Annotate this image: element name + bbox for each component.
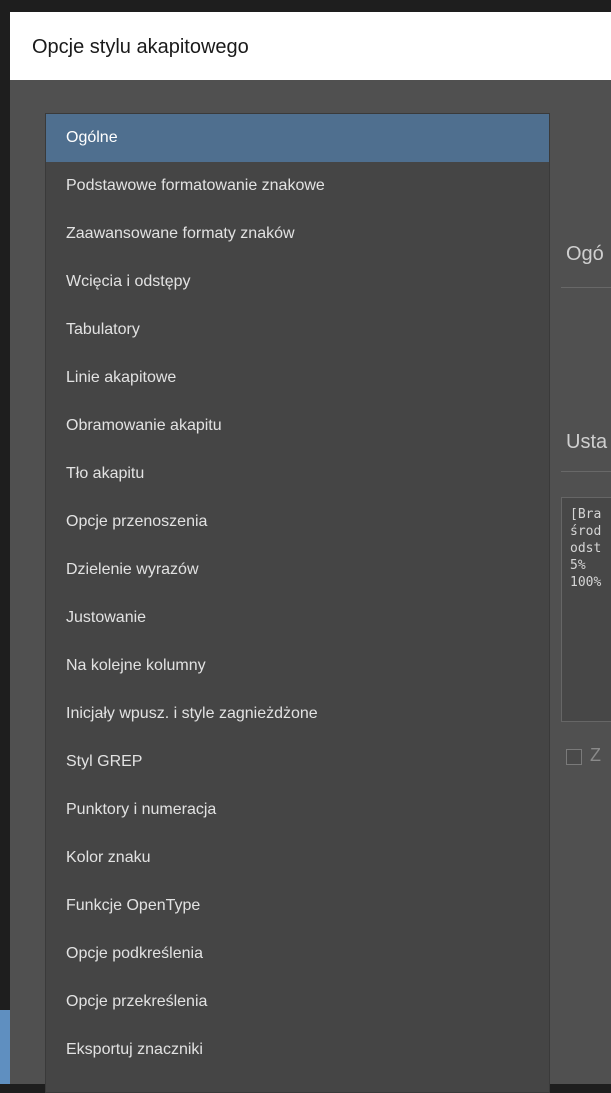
category-item[interactable]: Justowanie <box>46 594 549 642</box>
category-item[interactable]: Kolor znaku <box>46 834 549 882</box>
settings-line: 5% <box>570 558 586 573</box>
settings-line: środ <box>570 524 602 539</box>
category-list: Ogólne Podstawowe formatowanie znakowe Zaa… <box>45 113 550 1093</box>
category-item[interactable]: Podstawowe formatowanie znakowe <box>46 162 549 210</box>
category-item[interactable]: Wcięcia i odstępy <box>46 258 549 306</box>
reset-checkbox-label[interactable]: Z <box>590 745 601 766</box>
category-item[interactable]: Inicjały wpusz. i style zagnieżdżone <box>46 690 549 738</box>
background-window-edge <box>0 1010 10 1084</box>
settings-line: 100% <box>570 575 602 590</box>
category-item[interactable]: Tabulatory <box>46 306 549 354</box>
dialog-title: Opcje stylu akapitowego <box>32 36 249 58</box>
category-item[interactable]: Funkcje OpenType <box>46 882 549 930</box>
style-settings-heading: Usta <box>566 431 608 453</box>
category-item[interactable]: Linie akapitowe <box>46 354 549 402</box>
category-item[interactable]: Eksportuj znaczniki <box>46 1026 549 1074</box>
category-item[interactable]: Dzielenie wyrazów <box>46 546 549 594</box>
category-item[interactable]: Punktory i numeracja <box>46 786 549 834</box>
general-section-divider <box>561 287 611 288</box>
category-item[interactable]: Zaawansowane formaty znaków <box>46 210 549 258</box>
settings-line: [Bra <box>570 507 602 522</box>
category-item[interactable]: Tło akapitu <box>46 450 549 498</box>
category-item[interactable]: Opcje podkreślenia <box>46 930 549 978</box>
category-item[interactable]: Opcje przekreślenia <box>46 978 549 1026</box>
category-item[interactable]: Styl GREP <box>46 738 549 786</box>
settings-section-divider <box>561 471 611 472</box>
dialog-titlebar: Opcje stylu akapitowego <box>10 12 611 81</box>
category-item[interactable]: Ogólne <box>46 114 549 162</box>
category-item[interactable]: Na kolejne kolumny <box>46 642 549 690</box>
style-settings-summary: [Bra środ odst 5% 100% <box>561 497 611 722</box>
category-item[interactable]: Obramowanie akapitu <box>46 402 549 450</box>
reset-checkbox[interactable] <box>566 749 582 765</box>
settings-line: odst <box>570 541 602 556</box>
general-section-heading: Ogó <box>566 243 604 265</box>
paragraph-style-options-dialog: Ogólne Podstawowe formatowanie znakowe Zaa… <box>10 80 611 1093</box>
category-item[interactable]: Opcje przenoszenia <box>46 498 549 546</box>
